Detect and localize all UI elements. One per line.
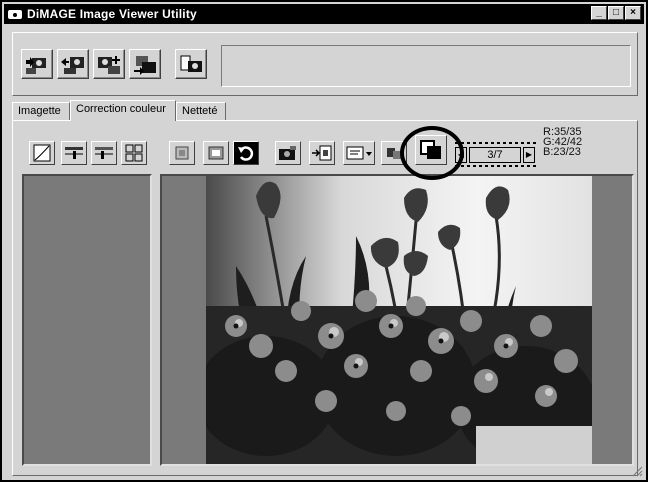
brightness-contrast-icon [65,147,83,159]
image-preview-pane[interactable] [160,174,634,466]
window-title: DiMAGE Image Viewer Utility [27,7,197,21]
camera-info-icon [180,55,202,72]
undo-frame-icon [175,146,189,160]
small-compare-icon [387,148,401,159]
camera-load-icon [26,57,46,74]
brightness-contrast-button[interactable] [61,141,87,165]
color-balance-button[interactable] [91,141,117,165]
camera-settings-icon [98,56,120,74]
frame-counter: 3/7 [469,147,521,163]
camera-settings-button[interactable] [93,49,125,79]
before-after-compare-icon [420,140,441,159]
next-frame-button[interactable]: ▶ [523,147,535,163]
variations-grid-icon [125,144,143,162]
camera-snapshot-icon [279,146,296,160]
camera-load-button[interactable] [21,49,53,79]
camera-info-button[interactable] [175,49,207,79]
camera-save-icon [61,57,84,74]
tone-curve-icon [33,144,51,162]
status-field [221,45,631,87]
tone-curve-button[interactable] [29,141,55,165]
options-dropdown-icon [346,146,372,160]
app-camera-icon [7,7,23,21]
undo-button[interactable] [233,141,259,165]
resize-grip-icon[interactable] [631,465,643,477]
top-toolbar [12,32,638,96]
title-bar[interactable]: DiMAGE Image Viewer Utility _ □ × [4,4,644,24]
frame-navigator: ◀ 3/7 ▶ [453,142,541,167]
color-balance-icon [95,147,113,159]
camera-snapshot-button[interactable] [275,141,301,165]
before-after-compare-button[interactable] [415,135,447,165]
tab-imagette[interactable]: Imagette [12,102,70,120]
maximize-button[interactable]: □ [608,6,624,20]
variations-grid-button[interactable] [121,141,147,165]
close-button[interactable]: × [625,6,641,20]
camera-transfer-button[interactable] [129,49,161,79]
reset-frame-button[interactable] [203,141,229,165]
thumbnail-pane[interactable] [22,174,152,466]
camera-save-button[interactable] [57,49,89,79]
minimize-button[interactable]: _ [591,6,607,20]
undo-icon [238,146,254,161]
app-window: DiMAGE Image Viewer Utility _ □ × Imaget… [0,0,648,482]
options-dropdown-button[interactable] [343,141,375,165]
apply-arrow-icon [312,145,332,161]
reset-frame-icon [208,146,224,160]
tab-correction-couleur[interactable]: Correction couleur [70,100,176,121]
flower-photo [206,176,592,464]
camera-transfer-icon [134,56,156,75]
rgb-readout: R:35/35 G:42/42 B:23/23 [543,127,582,158]
prev-frame-button[interactable]: ◀ [455,147,467,163]
undo-frame-button[interactable] [169,141,195,165]
apply-arrow-button[interactable] [309,141,335,165]
tab-nettete[interactable]: Netteté [176,102,226,120]
rgb-blue-value: B:23/23 [543,146,581,158]
small-compare-button[interactable] [381,141,407,165]
